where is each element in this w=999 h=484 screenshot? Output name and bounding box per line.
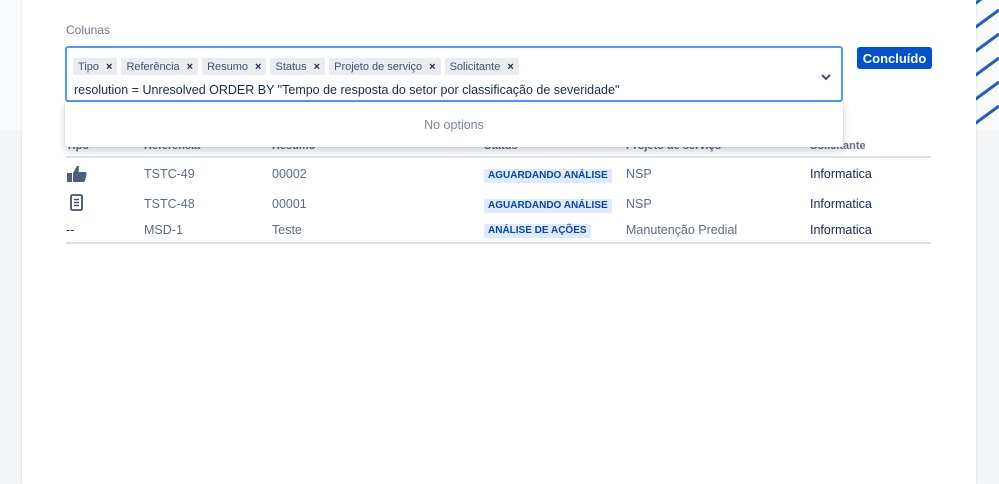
chip-resumo: Resumo × <box>202 58 267 75</box>
query-input[interactable]: resolution = Unresolved ORDER BY "Tempo … <box>74 83 619 97</box>
chip-tipo: Tipo × <box>73 58 118 75</box>
column-chips: Tipo × Referência × Resumo × Status × Pr… <box>73 58 519 75</box>
issue-requester: Informatica <box>810 167 872 181</box>
issue-summary[interactable]: 00002 <box>272 167 307 181</box>
issue-type-text: -- <box>66 223 75 237</box>
issue-key[interactable]: MSD-1 <box>144 223 183 237</box>
table-row[interactable]: -- MSD-1 Teste ANÁLISE DE AÇÕES Manutenç… <box>66 218 931 244</box>
issue-summary[interactable]: Teste <box>272 223 302 237</box>
chip-solicitante: Solicitante × <box>444 58 519 75</box>
columns-label: Colunas <box>66 23 111 37</box>
document-icon <box>70 194 83 211</box>
done-button[interactable]: Concluído <box>857 47 932 69</box>
issues-table: Tipo Referência Resumo Status Projeto de… <box>66 136 931 244</box>
remove-chip-tipo-icon[interactable]: × <box>106 61 112 73</box>
issue-project: NSP <box>626 197 652 211</box>
options-dropdown: No options <box>65 102 843 147</box>
chip-projeto: Projeto de serviço × <box>329 58 441 75</box>
chip-label: Referência <box>126 60 180 73</box>
chip-label: Solicitante <box>449 60 501 73</box>
chip-status: Status × <box>270 58 326 75</box>
thumbs-up-icon <box>67 166 87 182</box>
issue-project: Manutenção Predial <box>626 223 738 237</box>
issue-key[interactable]: TSTC-48 <box>144 197 195 211</box>
chip-label: Tipo <box>78 60 99 73</box>
columns-picker[interactable]: Tipo × Referência × Resumo × Status × Pr… <box>65 46 843 102</box>
remove-chip-resumo-icon[interactable]: × <box>255 61 261 73</box>
status-badge: AGUARDANDO ANÁLISE <box>484 199 612 213</box>
issue-project: NSP <box>626 167 652 181</box>
chevron-down-icon[interactable] <box>820 72 832 82</box>
table-row[interactable]: TSTC-48 00001 AGUARDANDO ANÁLISE NSP Inf… <box>66 188 931 218</box>
status-badge: AGUARDANDO ANÁLISE <box>484 169 612 183</box>
issue-requester: Informatica <box>810 223 872 237</box>
remove-chip-solicitante-icon[interactable]: × <box>507 61 513 73</box>
remove-chip-referencia-icon[interactable]: × <box>187 61 193 73</box>
issue-requester: Informatica <box>810 197 872 211</box>
remove-chip-status-icon[interactable]: × <box>314 61 320 73</box>
chip-label: Resumo <box>207 60 249 73</box>
issue-summary[interactable]: 00001 <box>272 197 307 211</box>
issue-key[interactable]: TSTC-49 <box>144 167 195 181</box>
chip-referencia: Referência × <box>121 58 199 75</box>
remove-chip-projeto-icon[interactable]: × <box>429 61 435 73</box>
chip-label: Status <box>275 60 307 73</box>
no-options-message: No options <box>424 117 484 132</box>
status-badge: ANÁLISE DE AÇÕES <box>484 224 591 238</box>
chip-label: Projeto de serviço <box>334 60 423 73</box>
table-row[interactable]: TSTC-49 00002 AGUARDANDO ANÁLISE NSP Inf… <box>66 158 931 188</box>
